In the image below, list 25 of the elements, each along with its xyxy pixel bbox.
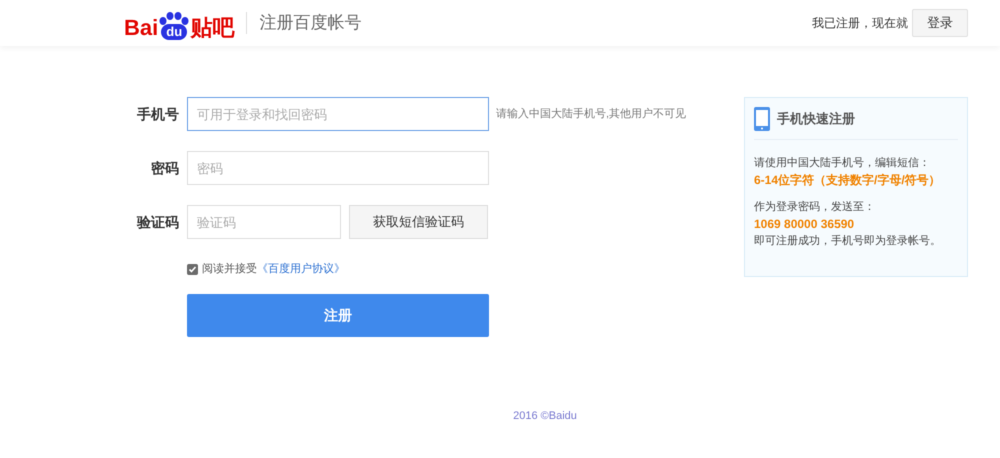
agreement-link[interactable]: 《百度用户协议》 [257, 261, 345, 278]
paw-icon [159, 12, 190, 26]
panel-text: 即可注册成功，手机号即为登录帐号。 [754, 234, 942, 249]
field-label: 验证码 [136, 212, 179, 232]
agreement-text: 阅读并接受 [202, 262, 257, 277]
panel-text: 请使用中国大陆手机号，编辑短信： [754, 156, 931, 171]
phone-icon [754, 106, 770, 130]
copyright-text: 2016 ©Baidu [513, 409, 577, 424]
logo-badge: du [161, 24, 188, 40]
panel-text: 作为登录密码，发送至： [754, 200, 876, 215]
page-title: 注册百度帐号 [259, 12, 362, 34]
login-button[interactable]: 登录 [912, 9, 968, 37]
field-label: 手机号 [136, 104, 179, 124]
agreement-checkbox[interactable] [187, 264, 198, 275]
register-button[interactable]: 注册 [187, 294, 489, 336]
field-label: 密码 [150, 158, 179, 178]
sms-number: 1069 80000 36590 [754, 216, 856, 233]
field-hint: 请输入中国大陆手机号,其他用户不可见 [496, 106, 686, 122]
login-prompt: 我已注册，现在就 [812, 15, 908, 32]
logo-text: Bai [124, 16, 158, 40]
get-code-button[interactable]: 获取短信验证码 [349, 205, 488, 239]
password-format: 6-14位字符（支持数字/字母/符号） [754, 172, 942, 189]
logo-text: 贴吧 [190, 16, 234, 40]
panel-title: 手机快速注册 [777, 110, 855, 128]
input-field[interactable]: 可用于登录和找回密码 [187, 97, 489, 131]
